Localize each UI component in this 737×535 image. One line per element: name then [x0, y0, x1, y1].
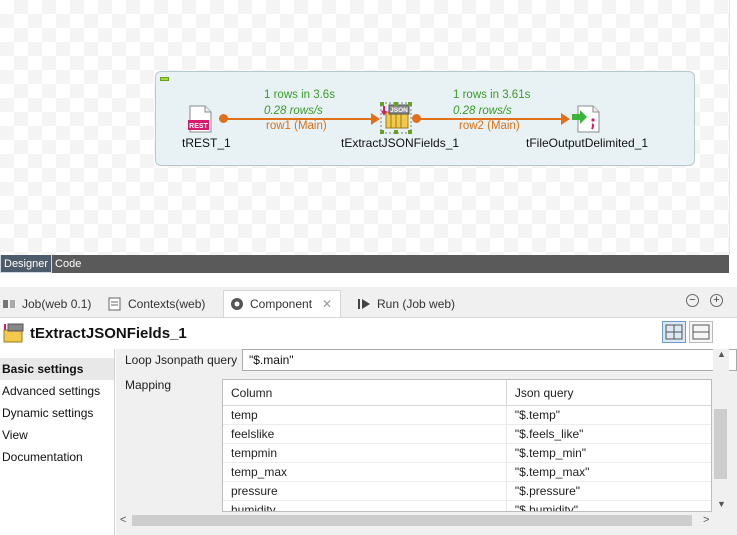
canvas-edge [729, 0, 737, 255]
rest-badge: REST [189, 123, 208, 130]
contexts-icon [108, 297, 122, 311]
table-row[interactable]: tempmin "$.temp_min" [223, 444, 711, 463]
column-cell[interactable]: temp [223, 406, 507, 424]
tab-label: Job(web 0.1) [22, 296, 92, 311]
flow-rate: 0.28 rows/s [264, 105, 323, 117]
tab-job[interactable]: Job(web 0.1) [2, 290, 91, 317]
component-label: tREST_1 [182, 136, 231, 150]
tab-run[interactable]: Run (Job web) [357, 290, 455, 317]
nav-documentation[interactable]: Documentation [0, 446, 114, 468]
json-icon [2, 323, 24, 346]
horizontal-scrollbar[interactable]: < > [116, 513, 729, 528]
layout-grid-button[interactable] [662, 321, 686, 343]
tab-label: Component [250, 297, 313, 311]
scroll-right-icon[interactable]: > [703, 514, 709, 526]
flow-name[interactable]: row1 (Main) [266, 120, 327, 132]
table-row[interactable]: feelslike "$.feels_like" [223, 425, 711, 444]
column-header[interactable]: Column [223, 380, 507, 405]
grid-layout-icon [665, 324, 683, 340]
nav-advanced-settings[interactable]: Advanced settings [0, 380, 114, 402]
json-query-cell[interactable]: "$.humidity" [507, 501, 711, 511]
job-icon [2, 297, 16, 311]
scroll-down-icon[interactable]: ▼ [717, 499, 726, 509]
nav-view[interactable]: View [0, 424, 114, 446]
mapping-table: Column Json query temp "$.temp" feelslik… [222, 379, 712, 512]
subjob-collapse-marker[interactable] [160, 77, 169, 81]
loop-query-input[interactable] [242, 349, 737, 371]
column-cell[interactable]: pressure [223, 482, 507, 500]
divider [729, 255, 737, 273]
column-cell[interactable]: feelslike [223, 425, 507, 443]
loop-query-label: Loop Jsonpath query [125, 353, 238, 367]
table-row[interactable]: humidity "$.humidity" [223, 501, 711, 511]
tfileoutputdelimited-component[interactable] [572, 105, 600, 133]
flow-count: 1 rows in 3.6s [264, 89, 335, 101]
column-cell[interactable]: temp_max [223, 463, 507, 481]
json-icon: JSON [380, 102, 412, 134]
tab-contexts[interactable]: Contexts(web) [108, 290, 205, 317]
component-header: tExtractJSONFields_1 [0, 318, 737, 349]
vertical-scrollbar[interactable]: ▲ ▼ [713, 349, 729, 513]
table-row[interactable]: temp "$.temp" [223, 406, 711, 425]
flow-name[interactable]: row2 (Main) [459, 120, 520, 132]
component-icon [230, 297, 244, 311]
json-query-header[interactable]: Json query [507, 380, 711, 405]
minimize-button[interactable]: − [686, 294, 699, 307]
table-row[interactable]: temp_max "$.temp_max" [223, 463, 711, 482]
scroll-thumb[interactable] [714, 409, 727, 479]
settings-nav: Basic settings Advanced settings Dynamic… [0, 349, 115, 535]
editor-mode-tabs: Designer Code [0, 255, 729, 273]
tab-component[interactable]: Component ✕ [223, 290, 342, 317]
tab-designer[interactable]: Designer [0, 255, 53, 273]
rows-layout-icon [692, 324, 710, 340]
designer-canvas[interactable]: REST tREST_1 1 rows in 3.6s 0.28 rows/s … [0, 0, 737, 255]
json-query-cell[interactable]: "$.temp" [507, 406, 711, 424]
tab-label: Contexts(web) [128, 296, 206, 311]
json-query-cell[interactable]: "$.temp_min" [507, 444, 711, 462]
component-label: tFileOutputDelimited_1 [526, 136, 649, 150]
scroll-up-icon[interactable]: ▲ [717, 349, 726, 359]
flow-count: 1 rows in 3.61s [453, 89, 531, 101]
file-output-icon [572, 105, 600, 133]
column-cell[interactable]: humidity [223, 501, 507, 511]
component-label: tExtractJSONFields_1 [341, 136, 460, 150]
close-icon[interactable]: ✕ [322, 297, 332, 311]
json-badge: JSON [390, 107, 408, 114]
nav-basic-settings[interactable]: Basic settings [0, 358, 114, 380]
tab-code[interactable]: Code [52, 255, 85, 273]
tab-label: Run (Job web) [377, 296, 456, 311]
layout-rows-button[interactable] [689, 321, 713, 343]
json-query-cell[interactable]: "$.pressure" [507, 482, 711, 500]
link-arrow-icon [371, 113, 380, 125]
component-title: tExtractJSONFields_1 [30, 325, 187, 342]
scroll-left-icon[interactable]: < [120, 514, 126, 526]
maximize-button[interactable]: + [710, 294, 723, 307]
json-query-cell[interactable]: "$.feels_like" [507, 425, 711, 443]
view-tab-bar: Job(web 0.1) Contexts(web) Component ✕ R… [0, 287, 737, 318]
mapping-label: Mapping [125, 378, 172, 392]
link-arrow-icon [561, 113, 570, 125]
nav-dynamic-settings[interactable]: Dynamic settings [0, 402, 114, 424]
table-row[interactable]: pressure "$.pressure" [223, 482, 711, 501]
table-header: Column Json query [223, 380, 711, 406]
flow-rate: 0.28 rows/s [453, 105, 512, 117]
scroll-thumb[interactable] [132, 515, 692, 526]
textractjsonfields-component[interactable]: JSON [380, 102, 412, 134]
rest-icon: REST [188, 105, 212, 133]
json-query-cell[interactable]: "$.temp_max" [507, 463, 711, 481]
column-cell[interactable]: tempmin [223, 444, 507, 462]
trest-component[interactable]: REST [186, 105, 214, 133]
run-icon [357, 297, 371, 311]
basic-settings-panel: Loop Jsonpath query Mapping Column Json … [116, 349, 737, 535]
